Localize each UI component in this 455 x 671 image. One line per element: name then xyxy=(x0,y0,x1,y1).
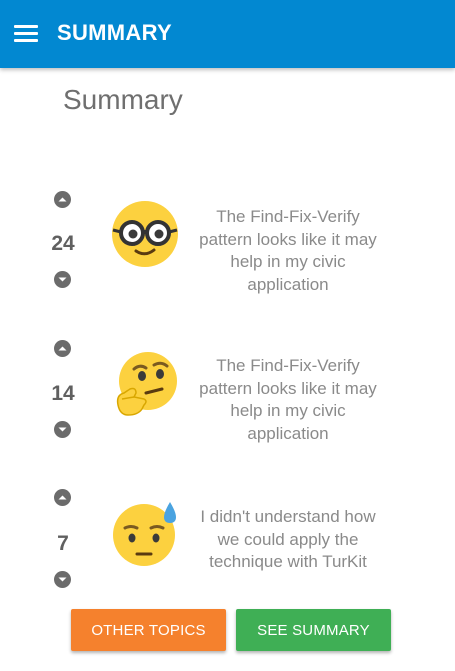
chevron-down-icon xyxy=(58,577,67,582)
comment-item: 7 I didn't understand how we could apply… xyxy=(0,484,455,594)
app-bar-title: SUMMARY xyxy=(57,20,172,45)
comment-item: 24 The Find-Fix-Verify pattern looks lik… xyxy=(0,186,455,296)
upvote-button[interactable] xyxy=(54,489,71,506)
thinking-face-icon xyxy=(110,349,180,424)
downvote-button[interactable] xyxy=(54,271,71,288)
comment-text: The Find-Fix-Verify pattern looks like i… xyxy=(199,356,377,443)
app-bar: SUMMARY xyxy=(0,0,455,68)
nerd-face-icon xyxy=(110,199,180,274)
other-topics-button[interactable]: OTHER TOPICS xyxy=(71,609,226,651)
see-summary-button[interactable]: SEE SUMMARY xyxy=(236,609,391,651)
downvote-button[interactable] xyxy=(54,421,71,438)
upvote-button[interactable] xyxy=(54,191,71,208)
comment-text: The Find-Fix-Verify pattern looks like i… xyxy=(199,207,377,294)
comment-item: 14 The Find-Fix-Verify pattern looks lik… xyxy=(0,335,455,445)
chevron-up-icon xyxy=(58,346,67,351)
vote-count: 14 xyxy=(51,382,75,405)
sad-sweat-face-icon xyxy=(110,498,180,573)
upvote-button[interactable] xyxy=(54,340,71,357)
page-title: Summary xyxy=(63,84,183,115)
chevron-down-icon xyxy=(58,427,67,432)
vote-count: 7 xyxy=(57,532,69,555)
comment-text: I didn't understand how we could apply t… xyxy=(200,507,376,571)
chevron-up-icon xyxy=(58,495,67,500)
chevron-down-icon xyxy=(58,277,67,282)
vote-count: 24 xyxy=(51,232,75,255)
chevron-up-icon xyxy=(58,197,67,202)
hamburger-menu-icon[interactable] xyxy=(14,25,38,43)
downvote-button[interactable] xyxy=(54,571,71,588)
